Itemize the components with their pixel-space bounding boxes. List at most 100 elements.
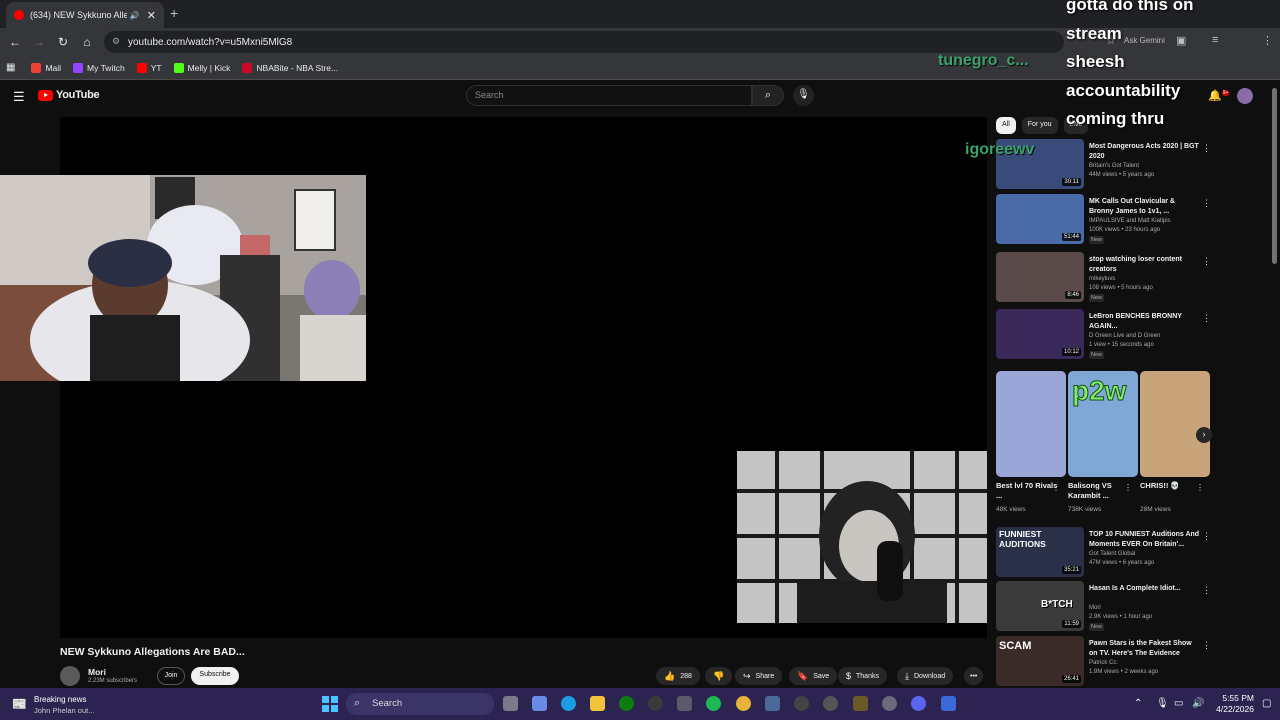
short-title[interactable]: Balisong VS Karambit ... xyxy=(1068,481,1130,501)
bookmark-yt[interactable]: YT xyxy=(136,62,162,73)
media-player-icon[interactable] xyxy=(794,696,809,711)
dislike-button[interactable]: 👎 xyxy=(705,667,733,685)
search-button[interactable]: ⌕ xyxy=(752,85,784,106)
obs-icon[interactable] xyxy=(648,696,663,711)
discord-icon[interactable] xyxy=(911,696,926,711)
video-thumbnail[interactable]: SCAM 26:41 xyxy=(996,636,1084,686)
more-options-icon[interactable]: ⋮ xyxy=(1202,256,1211,267)
like-button[interactable]: 👍 288 xyxy=(656,667,700,685)
hamburger-menu-icon[interactable]: ☰ xyxy=(13,89,25,105)
join-button[interactable]: Join xyxy=(157,667,185,685)
voice-search-button[interactable]: 🎙 xyxy=(793,85,814,106)
site-info-icon[interactable]: ⚙ xyxy=(112,36,120,47)
video-thumbnail[interactable]: 51:44 xyxy=(996,194,1084,244)
more-options-icon[interactable]: ⋮ xyxy=(1202,313,1211,324)
more-actions-button[interactable]: ••• xyxy=(964,667,984,685)
task-view-icon[interactable] xyxy=(503,696,518,711)
video-title-link[interactable]: LeBron BENCHES BRONNY AGAIN... xyxy=(1089,312,1201,332)
bookmark-nbabite[interactable]: NBABite - NBA Stre... xyxy=(242,62,338,73)
search-input[interactable]: Search xyxy=(466,85,752,106)
list-item[interactable]: 10:12 LeBron BENCHES BRONNY AGAIN... D G… xyxy=(996,309,1211,364)
home-icon[interactable]: ⌂ xyxy=(75,35,99,49)
video-title-link[interactable]: TOP 10 FUNNIEST Auditions And Moments EV… xyxy=(1089,530,1201,550)
share-button[interactable]: ↪ Share xyxy=(735,667,783,685)
app-icon[interactable] xyxy=(823,696,838,711)
edge-icon[interactable] xyxy=(561,696,576,711)
list-item[interactable]: 51:44 MK Calls Out Clavicular & Bronny J… xyxy=(996,194,1211,249)
forward-icon[interactable]: → xyxy=(27,35,51,49)
video-thumbnail[interactable]: 10:12 xyxy=(996,309,1084,359)
tab-close-button[interactable]: ✕ xyxy=(147,9,156,22)
news-widget[interactable]: 📰 Breaking news John Phelan out... xyxy=(12,693,132,715)
video-title-link[interactable]: Most Dangerous Acts 2020 | BGT 2020 xyxy=(1089,142,1201,162)
file-explorer-icon[interactable] xyxy=(590,696,605,711)
channel-name[interactable]: Got Talent Global xyxy=(1089,551,1135,557)
thanks-button[interactable]: $ Thanks xyxy=(838,667,887,685)
chip-for-you[interactable]: For you xyxy=(1021,117,1058,134)
photos-icon[interactable] xyxy=(765,696,780,711)
youtube-logo[interactable]: YouTube xyxy=(38,89,100,101)
video-title-link[interactable]: MK Calls Out Clavicular & Bronny James t… xyxy=(1089,197,1201,217)
channel-name[interactable]: Patrick Cc: xyxy=(1089,660,1118,666)
channel-name[interactable]: mikeyluvs xyxy=(1089,276,1115,282)
subscribe-button[interactable]: Subscribe xyxy=(191,667,239,685)
chrome-icon[interactable] xyxy=(736,696,751,711)
show-hidden-icons-icon[interactable]: ⌃ xyxy=(1134,698,1142,709)
list-item[interactable]: B*TCH 11:59 Hasan Is A Complete Idiot...… xyxy=(996,581,1211,636)
video-title-link[interactable]: Pawn Stars is the Fakest Show on TV. Her… xyxy=(1089,639,1201,659)
more-options-icon[interactable]: ⋮ xyxy=(1202,531,1211,542)
new-tab-button[interactable]: + xyxy=(170,5,178,21)
apps-grid-icon[interactable]: ▦ xyxy=(6,62,15,73)
save-button[interactable]: 🔖 Save xyxy=(789,667,838,685)
app-icon[interactable] xyxy=(941,696,956,711)
channel-avatar[interactable] xyxy=(60,666,80,686)
short-title[interactable]: CHRIS!! 💀 xyxy=(1140,481,1202,491)
short-thumbnail[interactable]: p2w xyxy=(1068,371,1138,477)
store-icon[interactable] xyxy=(677,696,692,711)
short-title[interactable]: Best lvl 70 Rivals ... xyxy=(996,481,1058,501)
reload-icon[interactable]: ↻ xyxy=(51,35,75,49)
more-options-icon[interactable]: ⋮ xyxy=(1124,483,1132,492)
short-thumbnail[interactable] xyxy=(1140,371,1210,477)
spotify-icon[interactable] xyxy=(706,696,721,711)
channel-name[interactable]: IMPAULSIVE and Matt Kiatipis xyxy=(1089,218,1171,224)
channel-name[interactable]: Mori xyxy=(88,667,106,677)
more-options-icon[interactable]: ⋮ xyxy=(1202,143,1211,154)
xbox-icon[interactable] xyxy=(619,696,634,711)
bookmark-twitch[interactable]: My Twitch xyxy=(73,62,125,73)
more-options-icon[interactable]: ⋮ xyxy=(1202,640,1211,651)
video-thumbnail[interactable]: FUNNIEST AUDITIONS 35:21 xyxy=(996,527,1084,577)
video-title-link[interactable]: stop watching loser content creators xyxy=(1089,255,1201,275)
app-icon[interactable] xyxy=(853,696,868,711)
bookmark-kick[interactable]: Melly | Kick xyxy=(173,62,230,73)
notification-center-icon[interactable]: ▢ xyxy=(1262,698,1271,709)
list-item[interactable]: SCAM 26:41 Pawn Stars is the Fakest Show… xyxy=(996,636,1211,686)
channel-name[interactable]: Britain's Got Talent xyxy=(1089,163,1139,169)
speaker-icon[interactable]: 🔊 xyxy=(130,11,140,20)
system-clock[interactable]: 5:55 PM 4/22/2026 xyxy=(1216,693,1254,715)
microphone-icon[interactable]: 🎙 xyxy=(1156,698,1169,709)
more-options-icon[interactable]: ⋮ xyxy=(1202,198,1211,209)
more-options-icon[interactable]: ⋮ xyxy=(1052,483,1060,492)
taskbar-search[interactable]: ⌕ Search xyxy=(346,693,494,715)
video-thumbnail[interactable]: B*TCH 11:59 xyxy=(996,581,1084,631)
windows-start-icon[interactable] xyxy=(322,696,338,712)
network-icon[interactable]: ▭ xyxy=(1174,698,1183,709)
browser-tab[interactable]: (634) NEW Sykkuno Allegati 🔊 ✕ xyxy=(6,2,164,28)
address-bar[interactable]: ⚙ youtube.com/watch?v=u5Mxni5MlG8 xyxy=(104,31,1064,53)
video-thumbnail[interactable]: 8:46 xyxy=(996,252,1084,302)
short-thumbnail[interactable] xyxy=(996,371,1066,477)
bookmark-mail[interactable]: Mail xyxy=(31,62,61,73)
list-item[interactable]: FUNNIEST AUDITIONS 35:21 TOP 10 FUNNIEST… xyxy=(996,527,1211,582)
chevron-right-icon[interactable]: › xyxy=(1196,427,1212,443)
more-options-icon[interactable]: ⋮ xyxy=(1196,483,1204,492)
volume-icon[interactable]: 🔊 xyxy=(1192,698,1204,709)
back-icon[interactable]: ← xyxy=(3,35,27,49)
more-options-icon[interactable]: ⋮ xyxy=(1202,585,1211,596)
channel-name[interactable]: Mori xyxy=(1089,605,1101,611)
channel-name[interactable]: D Green Live and D Green xyxy=(1089,333,1160,339)
settings-icon[interactable] xyxy=(882,696,897,711)
download-button[interactable]: ⤓ Download xyxy=(897,667,954,685)
list-item[interactable]: 8:46 stop watching loser content creator… xyxy=(996,252,1211,307)
chip-all[interactable]: All xyxy=(996,117,1016,134)
